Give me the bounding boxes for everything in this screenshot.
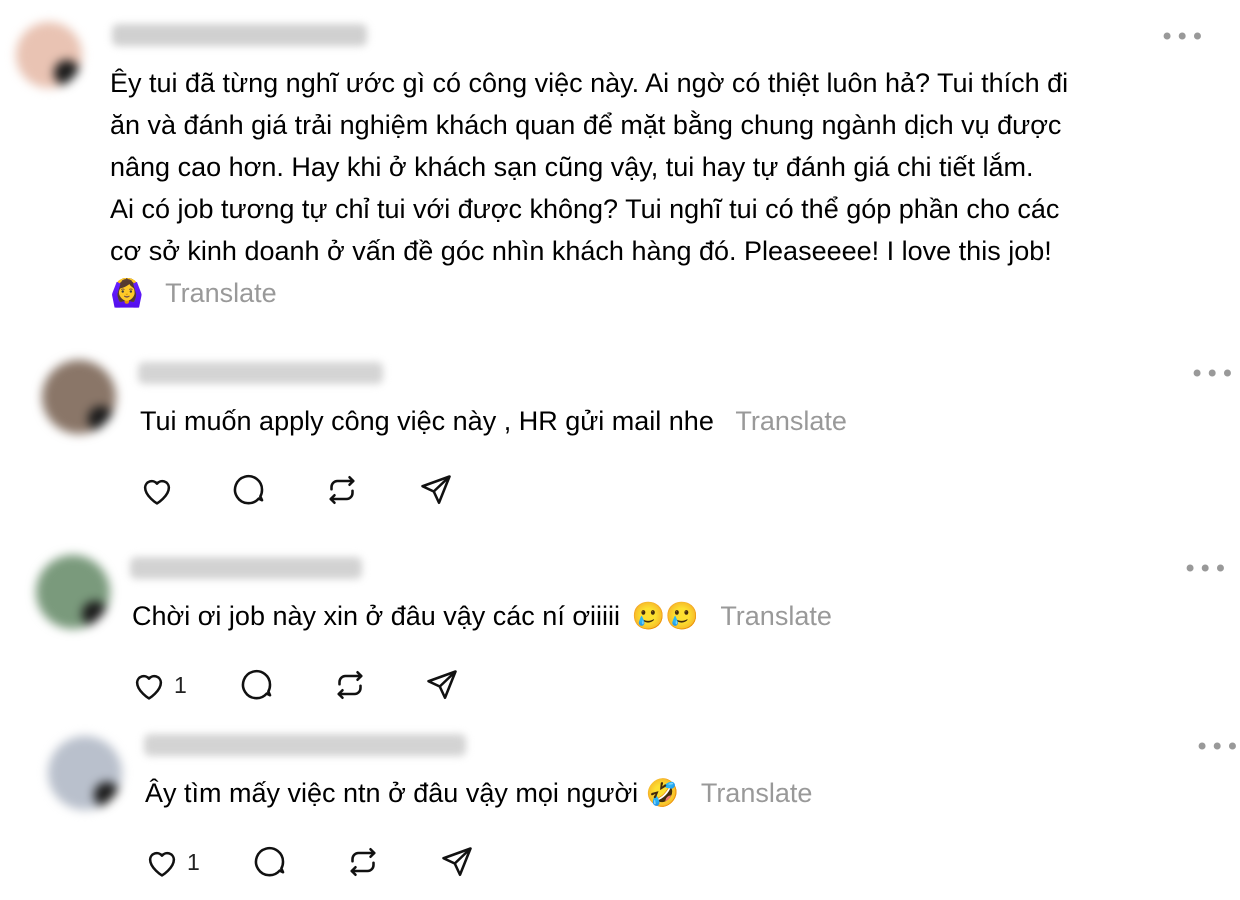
translate-link[interactable]: Translate [735,406,847,436]
repost-button[interactable] [324,470,360,510]
like-button[interactable]: 1 [143,842,200,882]
translate-link[interactable]: Translate [720,601,832,631]
more-options-icon[interactable]: ••• [1160,25,1205,49]
comment-body: Tui muốn apply công việc này , HR gửi ma… [140,406,714,436]
heart-icon [135,674,163,700]
username-blurred[interactable] [130,557,362,579]
username-blurred[interactable] [144,734,466,756]
comment-3: ••• Chời ơi job này xin ở đâu vậy các ní… [0,535,1240,725]
comment-body: Chời ơi job này xin ở đâu vậy các ní ơii… [132,601,621,631]
comment-1: ••• Êy tui đã từng nghĩ ước gì có công v… [0,0,1240,330]
gesture-emoji: 🙆‍♀️ [110,278,144,309]
comment-2: ••• Tui muốn apply công việc này , HR gử… [0,340,1240,530]
send-icon [421,475,451,505]
comment-text: Chời ơi job này xin ở đâu vậy các ní ơii… [132,595,832,638]
avatar-badge [54,60,80,86]
comment-icon [254,846,285,877]
avatar[interactable] [36,555,110,629]
action-bar: 1 [130,665,470,705]
comment-text: Êy tui đã từng nghĩ ước gì có công việc … [110,62,1068,315]
comment-line-4: Ai có job tương tự chỉ tui với được khôn… [110,194,1060,224]
like-count: 1 [187,848,200,875]
like-button[interactable]: 1 [130,665,187,705]
action-bar: 1 [143,842,483,882]
like-count: 1 [174,671,187,698]
comment-line-3: nâng cao hơn. Hay khi ở khách sạn cũng v… [110,152,1034,182]
avatar[interactable] [16,22,82,88]
username-blurred[interactable] [112,24,367,46]
more-options-icon[interactable]: ••• [1190,362,1235,386]
send-icon [442,847,472,877]
translate-link[interactable]: Translate [701,778,813,808]
repost-button[interactable] [345,842,381,882]
comment-line-5: cơ sở kinh doanh ở vấn đề góc nhìn khách… [110,236,1052,266]
crying-emoji: 🥲🥲 [631,601,699,632]
avatar[interactable] [42,360,116,434]
comment-line-2: ăn và đánh giá trải nghiệm khách quan để… [110,110,1062,140]
avatar-badge [82,601,108,627]
repost-icon [329,475,355,505]
avatar-badge [94,782,120,808]
repost-icon [350,847,376,877]
share-button[interactable] [418,470,454,510]
comment-body: Ây tìm mấy việc ntn ở đâu vậy mọi người [145,778,639,808]
comment-4: ••• Ây tìm mấy việc ntn ở đâu vậy mọi ng… [0,720,1240,900]
repost-icon [337,670,363,700]
comment-icon [233,474,264,505]
action-bar [138,470,468,510]
comment-text: Tui muốn apply công việc này , HR gửi ma… [140,400,847,442]
reply-button[interactable] [253,842,289,882]
share-button[interactable] [439,842,475,882]
avatar-badge [88,406,114,432]
reply-button[interactable] [232,470,268,510]
heart-icon [143,479,171,505]
like-button[interactable] [138,470,176,510]
send-icon [427,670,457,700]
username-blurred[interactable] [138,362,383,384]
share-button[interactable] [424,665,460,705]
avatar[interactable] [48,736,122,810]
more-options-icon[interactable]: ••• [1195,735,1240,759]
repost-button[interactable] [332,665,368,705]
rofl-emoji: 🤣 [645,778,680,809]
reply-button[interactable] [240,665,276,705]
more-options-icon[interactable]: ••• [1183,557,1228,581]
comment-line-1: Êy tui đã từng nghĩ ước gì có công việc … [110,68,1069,98]
translate-link[interactable]: Translate [165,278,277,308]
comment-icon [241,669,272,700]
comment-text: Ây tìm mấy việc ntn ở đâu vậy mọi người … [145,772,812,815]
comment-line-6: 🙆‍♀️ Translate [110,272,1068,315]
heart-icon [148,851,176,877]
